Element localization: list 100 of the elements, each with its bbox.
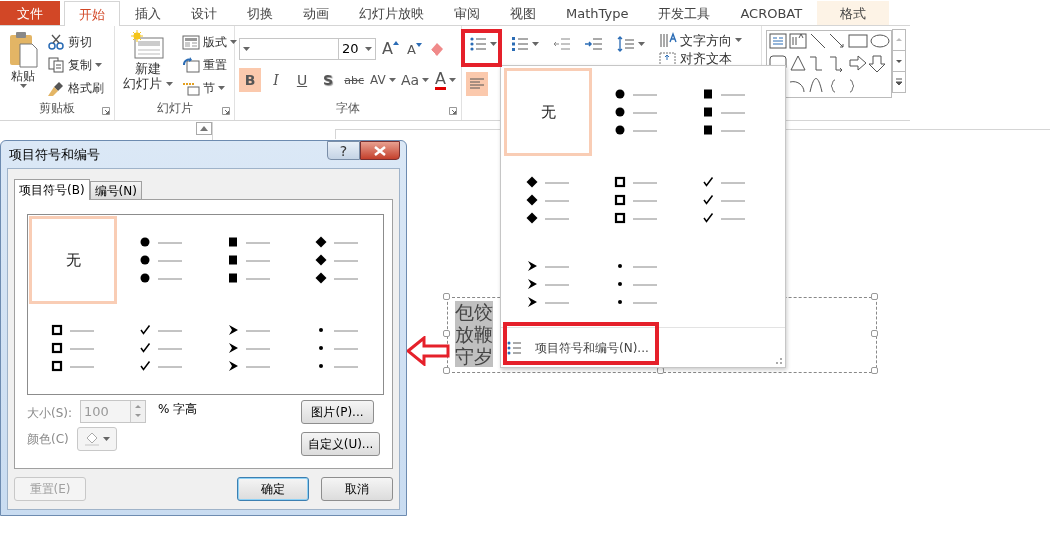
caret-icon <box>388 78 396 82</box>
font-size-field[interactable]: 20 <box>338 38 376 60</box>
ribbon-tab[interactable]: 视图 <box>495 1 551 25</box>
close-icon <box>374 145 386 156</box>
resize-handle[interactable] <box>871 367 878 374</box>
paste-button[interactable]: 粘贴 <box>4 30 42 102</box>
cancel-button[interactable]: 取消 <box>321 477 393 501</box>
ribbon-button[interactable]: 节 <box>181 78 238 97</box>
format-button[interactable]: Aa <box>400 68 430 92</box>
bullet-list-icon <box>469 36 487 52</box>
numbered-list-icon <box>511 36 529 52</box>
group-label: 剪贴板 <box>39 100 75 117</box>
up-triangle-icon <box>200 126 208 131</box>
caret-icon <box>365 47 372 51</box>
ribbon-tab[interactable]: ACROBAT <box>725 1 818 25</box>
format-button[interactable]: B <box>239 68 261 92</box>
ribbon-tab[interactable]: 切换 <box>232 1 288 25</box>
ribbon-button[interactable]: 重置 <box>181 55 238 74</box>
resize-handle[interactable] <box>871 293 878 300</box>
dialog-tab[interactable]: 项目符号(B) <box>14 179 90 200</box>
ribbon-tab[interactable]: 幻灯片放映 <box>344 1 439 25</box>
format-button[interactable]: U <box>291 68 313 92</box>
resize-handle[interactable] <box>443 367 450 374</box>
caret-icon <box>102 437 110 441</box>
bullet-list-icon <box>507 340 521 355</box>
ribbon-button[interactable]: 复制 <box>46 55 105 74</box>
text-direction-button[interactable]: 文字方向 <box>656 32 745 48</box>
more-button[interactable] <box>892 71 906 93</box>
ribbon-tab[interactable]: 审阅 <box>439 1 495 25</box>
bullet-preview-icon <box>138 322 184 374</box>
reset-icon <box>182 56 200 73</box>
expand-icon <box>895 78 903 86</box>
close-button[interactable] <box>360 141 400 160</box>
ribbon-tab[interactable]: 动画 <box>288 1 344 25</box>
ribbon-button[interactable]: 版式 <box>181 32 238 51</box>
group-label: 幻灯片 <box>156 100 193 117</box>
ribbon-tab[interactable]: 设计 <box>176 1 232 25</box>
bullet-preview-icon <box>314 234 360 286</box>
bullet-style-option[interactable]: 无 <box>29 216 117 304</box>
dialog-launcher-icon <box>449 107 457 115</box>
caret-icon <box>218 85 225 90</box>
format-button[interactable]: S <box>317 68 339 92</box>
line-spacing-icon <box>617 36 635 52</box>
resize-handle[interactable] <box>871 330 878 337</box>
indent-icon <box>585 37 603 51</box>
align-text-icon <box>659 52 677 66</box>
ribbon-tab[interactable]: 文件 <box>0 1 60 25</box>
down-triangle-icon <box>415 42 422 47</box>
caret-icon <box>735 38 742 42</box>
size-unit-label: % 字高 <box>157 401 198 418</box>
format-button[interactable]: AV <box>369 68 397 92</box>
slide-text: 守岁 <box>455 345 493 367</box>
customize-button[interactable]: 自定义(U)... <box>301 432 380 456</box>
caret-icon <box>448 78 456 82</box>
new-slide-button[interactable]: 新建 幻灯片 <box>119 30 177 102</box>
caret-icon <box>19 84 27 88</box>
bullet-preview-icon <box>226 322 272 374</box>
resize-handle[interactable] <box>443 293 450 300</box>
align-left-icon <box>469 78 485 90</box>
brush-icon <box>47 79 65 96</box>
ribbon-tab[interactable]: MathType <box>551 1 644 25</box>
caret-icon <box>166 81 173 86</box>
ribbon-button[interactable]: 剪切 <box>46 32 105 51</box>
ribbon-tab[interactable]: 插入 <box>120 1 176 25</box>
bullet-preview-icon <box>701 174 747 226</box>
format-button[interactable]: I <box>265 68 287 92</box>
outdent-icon <box>553 37 571 51</box>
format-button[interactable]: A <box>433 68 457 92</box>
font-name-field[interactable] <box>239 38 339 60</box>
ribbon-button[interactable]: 格式刷 <box>46 78 105 97</box>
bullet-style-option[interactable]: 无 <box>504 68 592 156</box>
down-triangle-icon <box>895 57 903 65</box>
ribbon-tab[interactable]: 开始 <box>64 1 120 26</box>
dialog-launcher-icon <box>222 107 230 115</box>
picture-button[interactable]: 图片(P)... <box>301 400 374 424</box>
ribbon-tab[interactable]: 格式 <box>817 1 890 25</box>
slide-text: 包饺 <box>455 301 493 323</box>
bullet-preview-icon <box>50 322 96 374</box>
align-left-button[interactable] <box>466 72 488 96</box>
ok-button[interactable]: 确定 <box>237 477 309 501</box>
arrow-icon <box>406 336 450 366</box>
scroll-up-button[interactable] <box>892 29 906 51</box>
shrink-font-button[interactable]: A <box>404 42 424 56</box>
dialog-launcher-icon <box>102 107 110 115</box>
help-button[interactable]: ? <box>327 141 360 160</box>
color-label: 颜色(C) <box>27 431 69 448</box>
group-label: 字体 <box>336 100 360 117</box>
ribbon-tab[interactable]: 开发工具 <box>643 1 726 25</box>
fill-bucket-icon <box>83 432 100 446</box>
spinner-control[interactable] <box>130 401 146 422</box>
dialog-tab[interactable]: 编号(N) <box>89 181 142 199</box>
grow-font-button[interactable]: A <box>380 41 401 57</box>
format-button[interactable]: abc <box>343 68 366 92</box>
caret-icon <box>422 78 430 82</box>
resize-grip-icon <box>776 358 782 364</box>
bullets-numbering-menu-item[interactable]: 项目符号和编号(N)... <box>501 327 785 367</box>
scroll-up-button[interactable] <box>196 122 212 135</box>
align-text-button[interactable]: 对齐文本 <box>656 52 745 66</box>
bullet-preview-icon <box>613 174 659 226</box>
resize-handle[interactable] <box>443 330 450 337</box>
